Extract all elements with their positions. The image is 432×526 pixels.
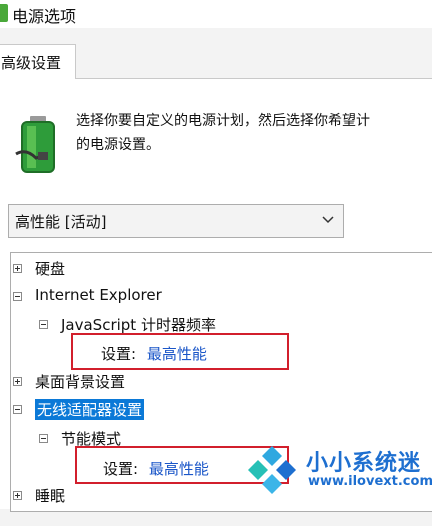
collapse-minus-icon[interactable] — [39, 320, 48, 329]
chevron-down-icon — [322, 216, 334, 224]
watermark-name: 小小系统迷 — [306, 451, 422, 476]
window-title: 电源选项 — [12, 7, 77, 26]
power-options-icon — [0, 4, 8, 22]
tab-advanced-settings[interactable]: 高级设置 — [0, 44, 76, 79]
power-plan-dropdown[interactable]: 高性能 [活动] — [8, 204, 344, 238]
highlight-box — [71, 333, 289, 370]
expand-plus-icon[interactable] — [13, 491, 22, 500]
watermark-url: www.ilovext.com — [308, 474, 432, 489]
collapse-minus-icon[interactable] — [13, 405, 22, 414]
collapse-minus-icon[interactable] — [13, 292, 22, 301]
battery-icon — [15, 116, 55, 173]
watermark: 小小系统迷 www.ilovext.com — [242, 440, 432, 501]
collapse-minus-icon[interactable] — [39, 434, 48, 443]
expand-plus-icon[interactable] — [13, 377, 22, 386]
description-line-2: 的电源设置。 — [76, 137, 160, 153]
watermark-logo-icon — [248, 446, 296, 494]
power-plan-selected: 高性能 [活动] — [15, 213, 107, 231]
description-line-1: 选择你要自定义的电源计划，然后选择你希望计 — [76, 113, 370, 129]
title-bar: 电源选项 — [0, 0, 432, 28]
tab-label: 高级设置 — [1, 54, 62, 72]
description-text: 选择你要自定义的电源计划，然后选择你希望计 的电源设置。 — [76, 109, 432, 157]
expand-plus-icon[interactable] — [13, 264, 22, 273]
